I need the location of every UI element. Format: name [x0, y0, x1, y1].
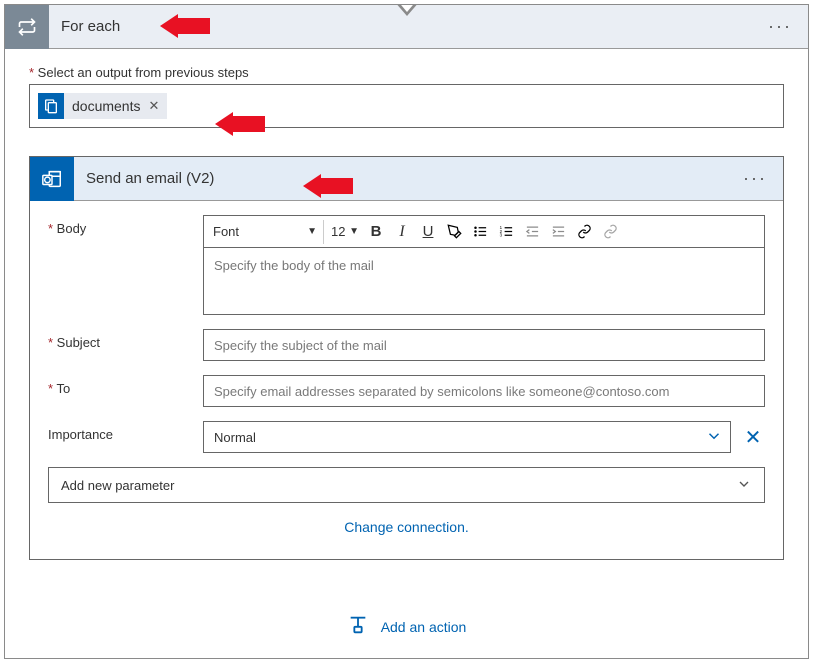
send-email-header[interactable]: Send an email (V2) ··· — [30, 157, 783, 201]
indent-button[interactable] — [546, 220, 570, 244]
importance-label: Importance — [48, 421, 203, 453]
foreach-more-menu[interactable]: ··· — [752, 16, 808, 37]
underline-button[interactable]: U — [416, 220, 440, 244]
chevron-down-icon — [705, 427, 723, 449]
select-output-field[interactable]: documents ✕ — [29, 84, 784, 128]
add-action-button[interactable]: Add an action — [29, 614, 784, 639]
italic-button[interactable]: I — [390, 220, 414, 244]
importance-select[interactable]: Normal — [203, 421, 731, 453]
to-input[interactable] — [203, 375, 765, 407]
subject-label: Subject — [48, 329, 203, 361]
caret-down-icon: ▼ — [349, 226, 359, 237]
caret-down-icon: ▼ — [307, 226, 317, 237]
body-label: Body — [48, 215, 203, 315]
bullet-list-button[interactable] — [468, 220, 492, 244]
foreach-title: For each — [49, 18, 120, 35]
subject-input[interactable] — [203, 329, 765, 361]
select-output-label: Select an output from previous steps — [29, 65, 784, 80]
token-remove-icon[interactable]: ✕ — [148, 98, 159, 114]
link-button[interactable] — [572, 220, 596, 244]
bold-button[interactable]: B — [364, 220, 388, 244]
highlight-button[interactable] — [442, 220, 466, 244]
fontsize-dropdown[interactable]: 12 ▼ — [328, 220, 362, 244]
chevron-down-icon — [736, 476, 752, 495]
add-action-icon — [347, 614, 369, 639]
outdent-button[interactable] — [520, 220, 544, 244]
number-list-button[interactable]: 123 — [494, 220, 518, 244]
token-documents[interactable]: documents ✕ — [38, 93, 167, 119]
svg-text:3: 3 — [499, 233, 502, 238]
to-label: To — [48, 375, 203, 407]
outlook-icon — [30, 157, 74, 201]
rte-toolbar: Font ▼ 12 ▼ B I U — [203, 215, 765, 247]
token-label: documents — [72, 98, 140, 114]
flow-arrow-down-icon — [394, 4, 420, 16]
send-email-title: Send an email (V2) — [74, 170, 214, 187]
body-textarea[interactable]: Specify the body of the mail — [203, 247, 765, 315]
body-editor: Font ▼ 12 ▼ B I U — [203, 215, 765, 315]
importance-clear-button[interactable]: ✕ — [741, 421, 765, 450]
send-email-card: Send an email (V2) ··· Body Font ▼ — [29, 156, 784, 560]
send-email-more-menu[interactable]: ··· — [727, 168, 783, 189]
unlink-button[interactable] — [598, 220, 622, 244]
loop-icon — [5, 5, 49, 49]
add-parameter-dropdown[interactable]: Add new parameter — [48, 467, 765, 503]
dynamic-content-icon — [38, 93, 64, 119]
font-dropdown[interactable]: Font ▼ — [210, 220, 324, 244]
change-connection-link[interactable]: Change connection. — [344, 519, 469, 535]
